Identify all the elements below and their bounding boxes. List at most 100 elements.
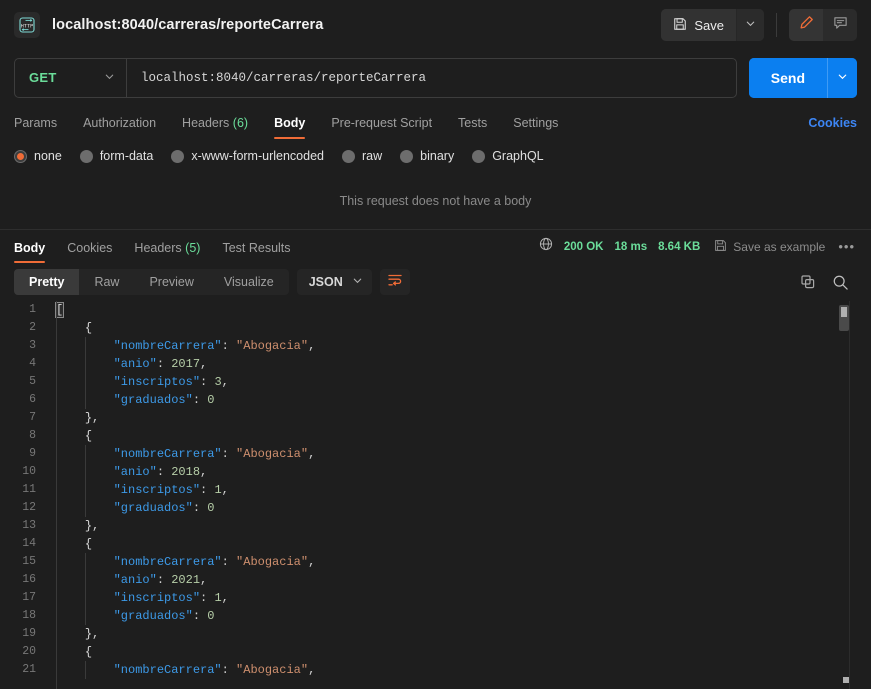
code-token: : [221,663,237,677]
code-text[interactable]: }, [46,625,871,643]
code-text[interactable]: "nombreCarrera": "Abogacia", [46,661,871,679]
code-text[interactable]: "anio": 2018, [46,463,871,481]
cookies-link[interactable]: Cookies [808,116,857,139]
radio-icon [171,149,185,163]
view-pretty[interactable]: Pretty [14,269,80,295]
view-visualize[interactable]: Visualize [209,269,289,295]
wrap-lines-button[interactable] [379,269,410,295]
view-preview[interactable]: Preview [134,269,208,295]
code-token: "graduados" [113,393,193,407]
response-headers-count: (5) [185,241,201,255]
code-text[interactable]: "nombreCarrera": "Abogacia", [46,445,871,463]
tab-headers[interactable]: Headers (6) [182,116,248,139]
globe-icon[interactable] [539,237,553,256]
postman-app: HTTP localhost:8040/carreras/reporteCarr… [0,0,871,689]
code-text[interactable]: "inscriptos": 3, [46,373,871,391]
vertical-scrollbar[interactable] [839,301,849,689]
body-type-none[interactable]: none [14,149,62,163]
ellipsis-icon[interactable]: ••• [836,239,857,254]
line-number: 4 [29,357,36,370]
tab-label: Params [14,116,58,130]
line-number: 8 [29,429,36,442]
code-token: 2017 [171,357,201,371]
line-number: 3 [29,339,36,352]
indent-guide [85,445,86,517]
indent-guide [85,553,86,625]
body-type-graphql[interactable]: GraphQL [472,149,544,163]
code-token: , [200,573,208,587]
code-text[interactable]: "nombreCarrera": "Abogacia", [46,337,871,355]
send-button[interactable]: Send [748,57,827,98]
code-text[interactable]: "graduados": 0 [46,391,871,409]
tab-tests[interactable]: Tests [458,116,487,139]
search-icon[interactable] [832,274,849,291]
tab-label: Tests [458,116,488,130]
code-token: { [84,537,93,551]
code-text[interactable]: "nombreCarrera": "Abogacia", [46,553,871,571]
response-tab-cookies[interactable]: Cookies [67,241,112,263]
scrollbar-thumb[interactable] [839,305,849,331]
tab-body[interactable]: Body [274,116,306,139]
body-type-binary[interactable]: binary [400,149,454,163]
send-options-caret[interactable] [827,57,857,98]
body-type-x-www-form-urlencoded[interactable]: x-www-form-urlencoded [171,149,324,163]
code-token: "graduados" [113,609,193,623]
copy-icon[interactable] [800,274,816,290]
code-token: "nombreCarrera" [113,555,222,569]
body-type-form-data[interactable]: form-data [79,149,153,163]
code-token: "nombreCarrera" [113,447,222,461]
code-text[interactable]: }, [46,517,871,535]
top-bar-actions: Save [661,8,857,42]
code-token: "nombreCarrera" [113,339,222,353]
save-button[interactable]: Save [661,9,736,41]
code-line: 5 "inscriptos": 3, [0,373,871,391]
response-tab-test-results[interactable]: Test Results [222,241,290,263]
code-scroll-region[interactable]: 1[2 {3 "nombreCarrera": "Abogacia", 4 "an… [0,301,871,689]
code-text[interactable]: { [46,643,871,661]
tab-params[interactable]: Params [14,116,57,139]
response-body-viewer[interactable]: 1[2 {3 "nombreCarrera": "Abogacia", 4 "an… [0,301,871,689]
line-number: 13 [22,519,36,532]
radio-icon [342,149,355,163]
save-as-example-button[interactable]: Save as example [714,239,825,255]
code-text[interactable]: "inscriptos": 1, [46,589,871,607]
code-text[interactable]: "inscriptos": 1, [46,481,871,499]
code-text[interactable]: { [46,319,871,337]
status-code: 200 OK [563,240,604,253]
indent-guide [85,337,86,409]
code-token: "nombreCarrera" [113,663,222,677]
code-line: 21 "nombreCarrera": "Abogacia", [0,661,871,679]
code-token: 3 [214,375,222,389]
code-text[interactable]: "graduados": 0 [46,499,871,517]
tab-settings[interactable]: Settings [513,116,558,139]
code-text[interactable]: { [46,535,871,553]
http-method-select[interactable]: GET [15,58,127,97]
tab-pre-request-script[interactable]: Pre-request Script [331,116,432,139]
code-token: , [200,357,208,371]
url-input[interactable]: localhost:8040/carreras/reporteCarrera [127,59,736,97]
code-token: , [221,483,229,497]
response-tab-headers[interactable]: Headers (5) [134,241,200,263]
tab-label: Pre-request Script [331,116,433,130]
code-text[interactable]: { [46,427,871,445]
language-select[interactable]: JSON [296,269,372,295]
code-text[interactable]: "graduados": 0 [46,607,871,625]
code-token: "inscriptos" [113,483,201,497]
code-text[interactable]: }, [46,409,871,427]
code-text[interactable]: "anio": 2017, [46,355,871,373]
body-type-raw[interactable]: raw [342,149,382,163]
code-token: , [221,375,229,389]
view-raw[interactable]: Raw [79,269,134,295]
code-text[interactable]: "anio": 2021, [46,571,871,589]
save-options-caret[interactable] [736,9,764,41]
code-token: : [192,393,208,407]
edit-request-button[interactable] [789,9,823,41]
code-token: "inscriptos" [113,591,201,605]
line-number: 16 [22,573,36,586]
comments-button[interactable] [823,9,857,41]
tab-authorization[interactable]: Authorization [83,116,156,139]
code-text[interactable]: [ [46,301,871,319]
wrap-lines-icon [387,272,403,293]
line-number: 12 [22,501,36,514]
response-tab-body[interactable]: Body [14,241,46,263]
